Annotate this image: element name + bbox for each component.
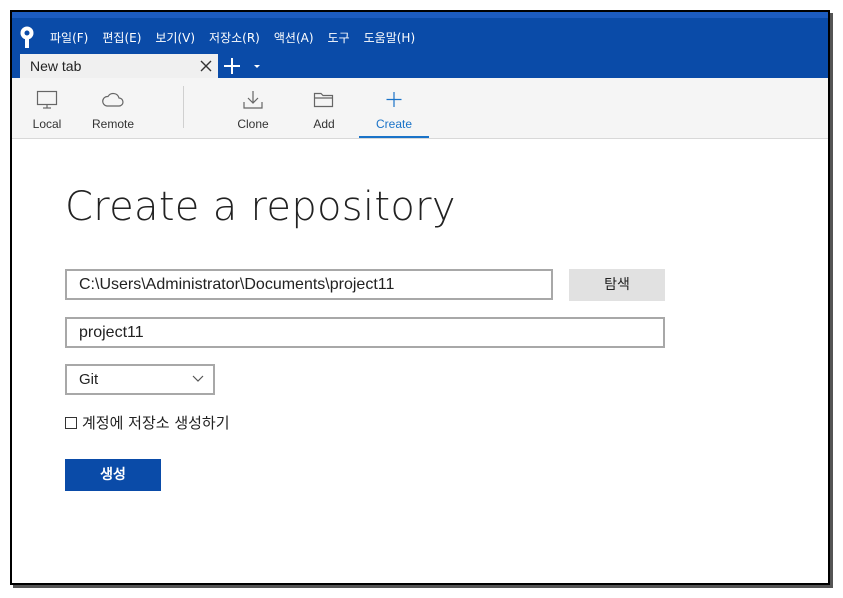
create-on-account-option[interactable]: 계정에 저장소 생성하기 [65, 412, 230, 433]
tab-title: New tab [30, 58, 82, 74]
tab-list-dropdown[interactable] [246, 54, 268, 78]
chevron-down-icon [254, 65, 260, 68]
add-button[interactable]: Add [289, 78, 359, 138]
app-window: 파일(F) 편집(E) 보기(V) 저장소(R) 액션(A) 도구 도움말(H)… [10, 10, 830, 585]
create-button[interactable]: 생성 [65, 459, 161, 491]
sourcetree-logo-icon [20, 26, 34, 48]
title-bar: 파일(F) 편집(E) 보기(V) 저장소(R) 액션(A) 도구 도움말(H)… [12, 12, 828, 78]
menu-repository[interactable]: 저장소(R) [209, 28, 260, 48]
tab-new-tab[interactable]: New tab [20, 54, 218, 78]
download-icon [243, 91, 263, 109]
menu-view[interactable]: 보기(V) [155, 28, 195, 48]
browse-button[interactable]: 탐색 [569, 269, 665, 301]
menu-help[interactable]: 도움말(H) [364, 28, 416, 48]
destination-path-input[interactable]: C:\Users\Administrator\Documents\project… [65, 269, 553, 300]
menu-actions[interactable]: 액션(A) [274, 28, 314, 48]
add-label: Add [313, 117, 335, 131]
remote-label: Remote [91, 117, 135, 131]
active-tab-indicator [359, 136, 429, 138]
repository-type-value: Git [79, 371, 99, 388]
toolbar-separator [183, 86, 184, 128]
page-title: Create a repository [65, 184, 456, 230]
monitor-icon [36, 90, 58, 109]
menu-bar: 파일(F) 편집(E) 보기(V) 저장소(R) 액션(A) 도구 도움말(H) [50, 28, 415, 48]
repository-type-select[interactable]: Git [65, 364, 215, 395]
chevron-down-icon [192, 375, 204, 382]
title-bar-edge [12, 12, 828, 18]
menu-file[interactable]: 파일(F) [50, 28, 88, 48]
clone-button[interactable]: Clone [218, 78, 288, 138]
plus-icon [224, 58, 240, 74]
local-button[interactable]: Local [12, 78, 82, 138]
local-label: Local [32, 117, 62, 131]
menu-tools[interactable]: 도구 [328, 28, 350, 48]
create-on-account-checkbox[interactable] [65, 416, 77, 429]
menu-edit[interactable]: 편집(E) [102, 28, 141, 48]
repository-name-input[interactable]: project11 [65, 317, 665, 348]
create-label: Create [375, 117, 413, 131]
create-on-account-label: 계정에 저장소 생성하기 [82, 414, 230, 432]
clone-label: Clone [237, 117, 269, 131]
create-tab-button[interactable]: Create [359, 78, 429, 138]
folder-icon [313, 92, 334, 108]
new-tab-button[interactable] [218, 54, 246, 78]
cloud-icon [102, 92, 124, 107]
tab-strip: New tab [20, 54, 268, 78]
plus-icon [386, 92, 402, 107]
close-icon[interactable] [198, 58, 214, 74]
toolbar: Local Remote Clone Add Create [12, 78, 828, 139]
remote-button[interactable]: Remote [78, 78, 148, 138]
